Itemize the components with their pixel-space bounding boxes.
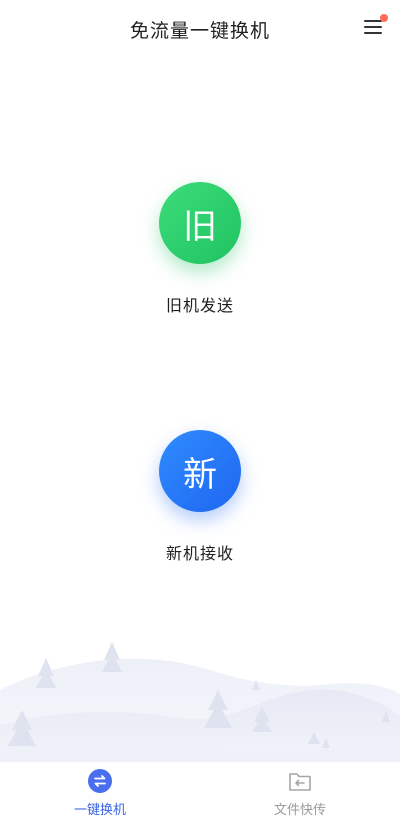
tab-file-transfer-label: 文件快传 [273,803,326,818]
old-phone-label: 旧机发送 [165,296,234,315]
new-phone-receive-action[interactable]: 新 新机接收 [0,430,400,564]
new-phone-icon: 新 [183,454,217,495]
tab-one-click-switch[interactable]: 一键换机 [0,762,200,819]
new-phone-button[interactable]: 新 [159,430,241,512]
app-root: 免流量一键换机 旧 旧机发送 新 新机接收 一键换机 文件快传 [0,0,400,819]
menu-icon-line [364,32,382,34]
bottom-nav: 一键换机 文件快传 [0,762,400,819]
hills-scenery-illustration [0,642,400,762]
menu-icon [364,20,382,22]
file-transfer-icon [287,768,313,794]
tab-file-transfer[interactable]: 文件快传 [200,762,400,819]
old-phone-button[interactable]: 旧 [159,182,241,264]
old-phone-send-action[interactable]: 旧 旧机发送 [0,182,400,316]
menu-button[interactable] [362,14,388,40]
tab-one-click-switch-label: 一键换机 [73,803,126,818]
header: 免流量一键换机 [0,0,400,58]
switch-arrows-icon [87,768,113,794]
menu-icon-line [364,26,382,28]
new-phone-label: 新机接收 [165,544,234,563]
page-title: 免流量一键换机 [129,19,270,42]
notification-dot [380,14,388,22]
old-phone-icon: 旧 [183,206,217,247]
